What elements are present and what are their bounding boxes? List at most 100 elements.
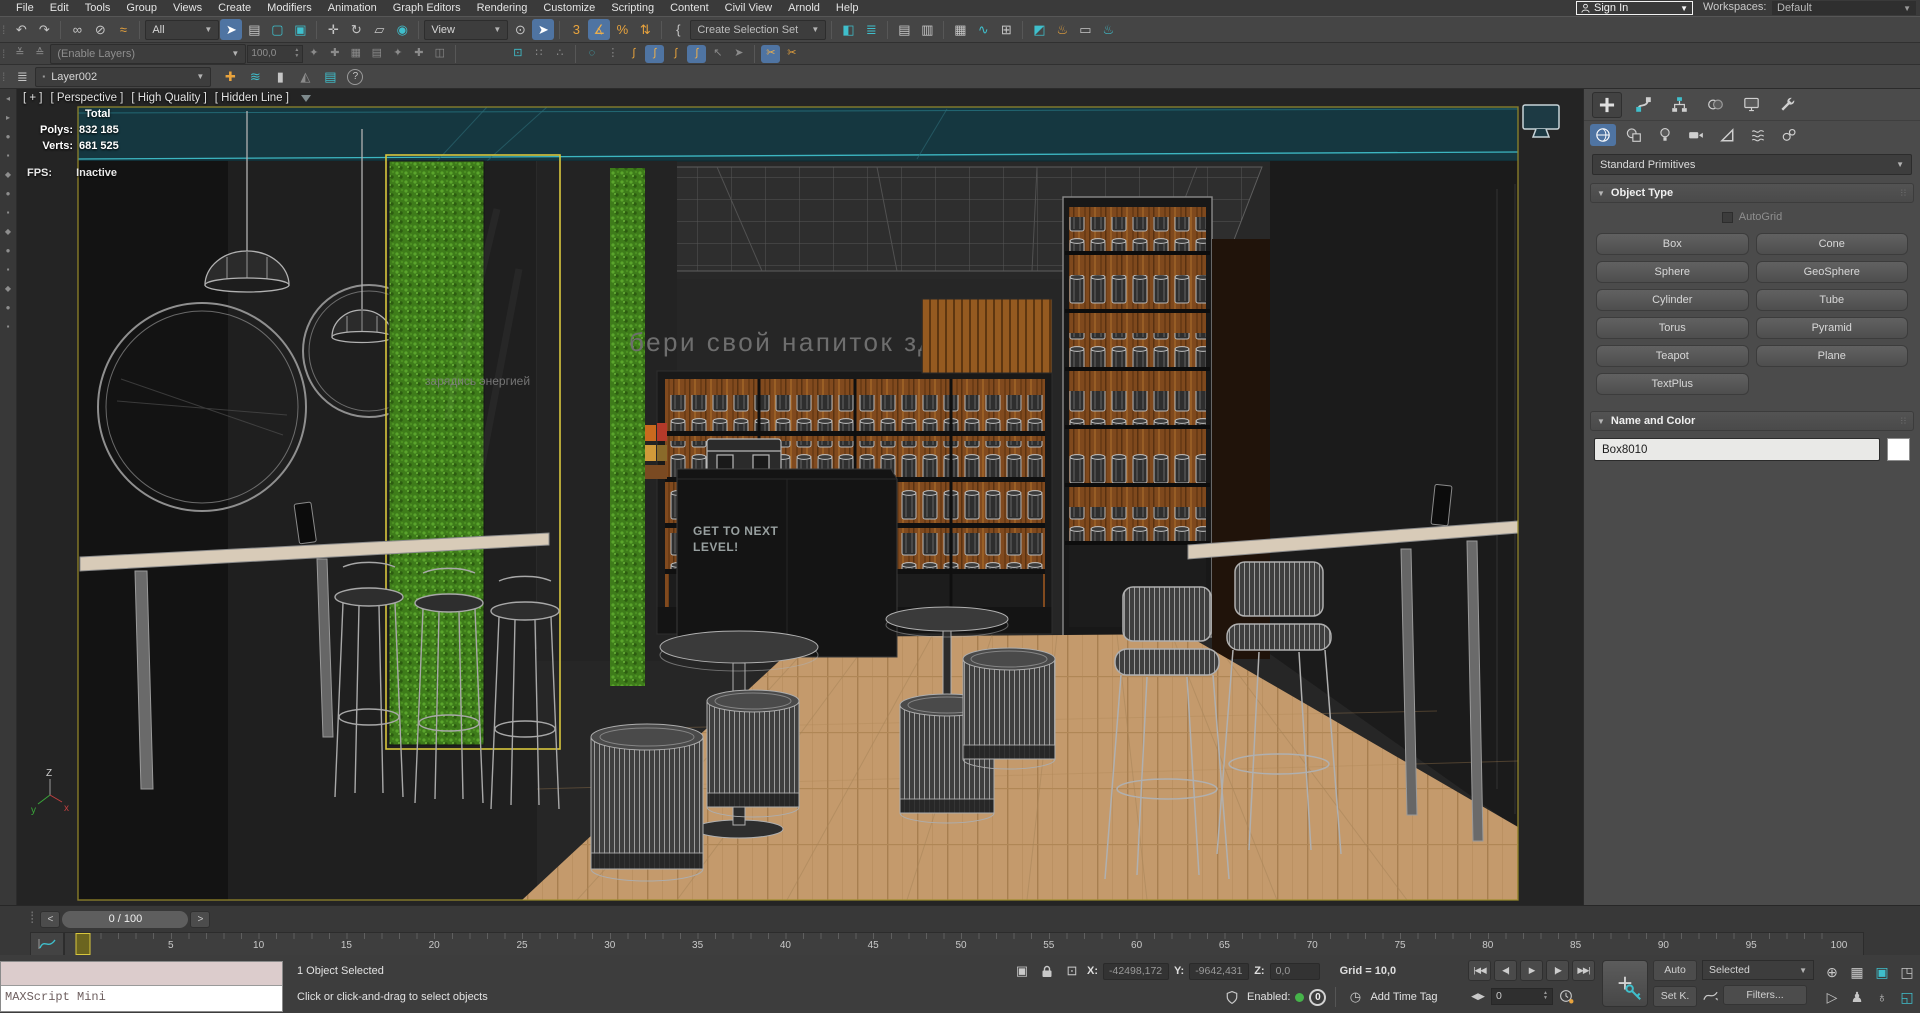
layer-weight-spinner[interactable]: 100,0▲▼ xyxy=(247,45,303,63)
zoom-all-icon[interactable]: ▦ xyxy=(1845,960,1869,984)
menu-item[interactable]: Animation xyxy=(320,2,385,14)
next-frame-button[interactable]: |▶ xyxy=(1546,960,1569,981)
menu-item[interactable]: Arnold xyxy=(780,2,828,14)
object-name-field[interactable] xyxy=(1594,438,1880,461)
category-geometry[interactable] xyxy=(1590,124,1616,146)
toggle-scene-explorer-icon[interactable]: ▤ xyxy=(893,19,915,40)
select-object-icon[interactable]: ➤ xyxy=(220,19,242,40)
add-time-tag-label[interactable]: Add Time Tag xyxy=(1370,991,1437,1003)
transform-type-in-icon[interactable]: ⊡ xyxy=(1062,961,1082,981)
anim-layer-list-icon[interactable]: ▤ xyxy=(367,45,386,63)
selection-filter-dropdown[interactable]: All▼ xyxy=(145,20,219,40)
window-crossing-icon[interactable]: ▣ xyxy=(289,19,311,40)
previous-frame-button[interactable]: < xyxy=(40,911,60,928)
torus-button[interactable]: Torus xyxy=(1596,317,1749,339)
schematic-view-icon[interactable]: ⊞ xyxy=(995,19,1017,40)
mirror-icon[interactable]: ◧ xyxy=(837,19,859,40)
side-tool-icon[interactable]: ◆ xyxy=(2,169,15,181)
spinner-snap-toggle-icon[interactable]: ⇅ xyxy=(634,19,656,40)
reference-coordinate-dropdown[interactable]: View▼ xyxy=(424,20,508,40)
cursor-arrow-icon[interactable]: ↖ xyxy=(708,45,727,63)
use-pivot-point-center-icon[interactable]: ⊙ xyxy=(509,19,531,40)
auto-key-button[interactable]: Auto xyxy=(1653,960,1697,981)
tab-display[interactable] xyxy=(1736,92,1766,118)
menu-item[interactable]: Rendering xyxy=(469,2,536,14)
menu-item[interactable]: Tools xyxy=(77,2,119,14)
menu-item[interactable]: Create xyxy=(210,2,259,14)
pan-view-icon[interactable]: ▷ xyxy=(1820,985,1844,1009)
set-key-button[interactable]: Set K. xyxy=(1653,986,1697,1007)
primitive-category-dropdown[interactable]: Standard Primitives ▼ xyxy=(1592,154,1912,175)
z-coordinate-field[interactable]: 0,0 xyxy=(1270,963,1320,980)
walk-through-icon[interactable]: ♟ xyxy=(1845,985,1869,1009)
maxscript-prompt-line[interactable]: MAXScript Mini xyxy=(1,986,282,1011)
viewport-style-menu[interactable]: [ Hidden Line ] xyxy=(215,92,289,104)
menu-item[interactable]: Help xyxy=(828,2,867,14)
mini-curve-editor-button[interactable] xyxy=(30,932,64,956)
name-and-color-rollout[interactable]: ▼ Name and Color ⫶⫶ xyxy=(1590,411,1914,431)
sign-in-button[interactable]: Sign In ▼ xyxy=(1576,1,1693,15)
viewport-general-menu[interactable]: [ + ] xyxy=(23,92,43,104)
active-layer-dropdown[interactable]: ▪Layer002▼ xyxy=(35,67,211,87)
select-objects-in-layer-icon[interactable]: ▮ xyxy=(269,66,291,87)
orbit-icon[interactable]: ♁ xyxy=(1870,985,1894,1009)
play-button[interactable]: ▶ xyxy=(1520,960,1543,981)
zoom-icon[interactable]: ⊕ xyxy=(1820,960,1844,984)
redo-icon[interactable]: ↷ xyxy=(33,19,55,40)
side-tool-icon[interactable]: ● xyxy=(2,245,15,257)
enable-anim-layers-icon[interactable]: ✦ xyxy=(304,45,323,63)
anim-layer-weights-icon[interactable]: ▦ xyxy=(346,45,365,63)
set-keys-button[interactable]: + xyxy=(1602,960,1648,1007)
select-by-name-icon[interactable]: ▤ xyxy=(243,19,265,40)
side-tool-icon[interactable]: ▪ xyxy=(2,207,15,219)
scene-moss-panel-2[interactable] xyxy=(610,168,645,686)
side-tool-icon[interactable]: ● xyxy=(2,302,15,314)
time-slider[interactable]: 0 / 100 xyxy=(62,911,188,928)
menu-item[interactable]: File xyxy=(8,2,42,14)
zoom-extents-selected-icon[interactable]: ▣ xyxy=(1870,960,1894,984)
geosphere-button[interactable]: GeoSphere xyxy=(1756,261,1909,283)
add-anim-layer-icon[interactable]: ✚ xyxy=(325,45,344,63)
category-space-warps[interactable] xyxy=(1745,124,1771,146)
side-tool-icon[interactable]: ▪ xyxy=(2,321,15,333)
bind-to-space-warp-icon[interactable]: ≈ xyxy=(112,19,134,40)
add-selection-to-layer-icon[interactable]: ≋ xyxy=(244,66,266,87)
circle-snap-icon[interactable]: ◌ xyxy=(582,45,601,63)
key-selection-dropdown[interactable]: Selected ▼ xyxy=(1702,960,1814,980)
rendered-frame-window-icon[interactable]: ▭ xyxy=(1074,19,1096,40)
help-icon[interactable]: ? xyxy=(347,69,363,85)
render-setup-icon[interactable]: ♨ xyxy=(1051,19,1073,40)
workspaces-dropdown[interactable]: Default ▼ xyxy=(1772,1,1916,15)
isolate-selection-icon[interactable]: ▣ xyxy=(1012,961,1032,981)
merge-anim-layer-icon[interactable]: ✚ xyxy=(409,45,428,63)
menu-item[interactable]: Edit xyxy=(42,2,77,14)
side-tool-icon[interactable]: ● xyxy=(2,188,15,200)
menu-item[interactable]: Group xyxy=(118,2,165,14)
viewport-scene[interactable]: бери свой напиток здесь xyxy=(17,89,1583,905)
selection-lock-icon[interactable] xyxy=(1037,961,1057,981)
snap-hook-active-icon[interactable]: ∫ xyxy=(645,45,664,63)
menu-item[interactable]: Content xyxy=(662,2,717,14)
anim-layer-properties-icon[interactable]: ◫ xyxy=(430,45,449,63)
viewport[interactable]: бери свой напиток здесь xyxy=(17,89,1583,905)
create-new-layer-icon[interactable]: ✚ xyxy=(219,66,241,87)
named-selection-set-dropdown[interactable]: Create Selection Set▼ xyxy=(690,20,826,40)
snaps-toggle-3d-icon[interactable]: 3 xyxy=(565,19,587,40)
tab-utilities[interactable] xyxy=(1772,92,1802,118)
side-tool-icon[interactable]: ◆ xyxy=(2,283,15,295)
divider-dots-icon[interactable]: ⋮ xyxy=(603,45,622,63)
enable-layers-dropdown[interactable]: (Enable Layers)▼ xyxy=(50,44,246,64)
select-and-move-icon[interactable]: ✛ xyxy=(322,19,344,40)
select-and-link-icon[interactable]: ∞ xyxy=(66,19,88,40)
menu-item[interactable]: Scripting xyxy=(603,2,662,14)
object-color-swatch[interactable] xyxy=(1887,438,1910,461)
category-shapes[interactable] xyxy=(1621,124,1647,146)
collapse-anim-layer-icon[interactable]: ✦ xyxy=(388,45,407,63)
tab-modify[interactable] xyxy=(1628,92,1658,118)
track-bar-ruler[interactable]: 0510152025303540455055606570758085909510… xyxy=(64,932,1864,956)
cone-button[interactable]: Cone xyxy=(1756,233,1909,255)
rectangular-selection-region-icon[interactable]: ▢ xyxy=(266,19,288,40)
maxscript-macro-line[interactable] xyxy=(1,962,282,986)
maxscript-mini-listener[interactable]: MAXScript Mini xyxy=(0,961,283,1012)
key-mode-toggle-icon[interactable]: ◀▶ xyxy=(1468,986,1488,1006)
